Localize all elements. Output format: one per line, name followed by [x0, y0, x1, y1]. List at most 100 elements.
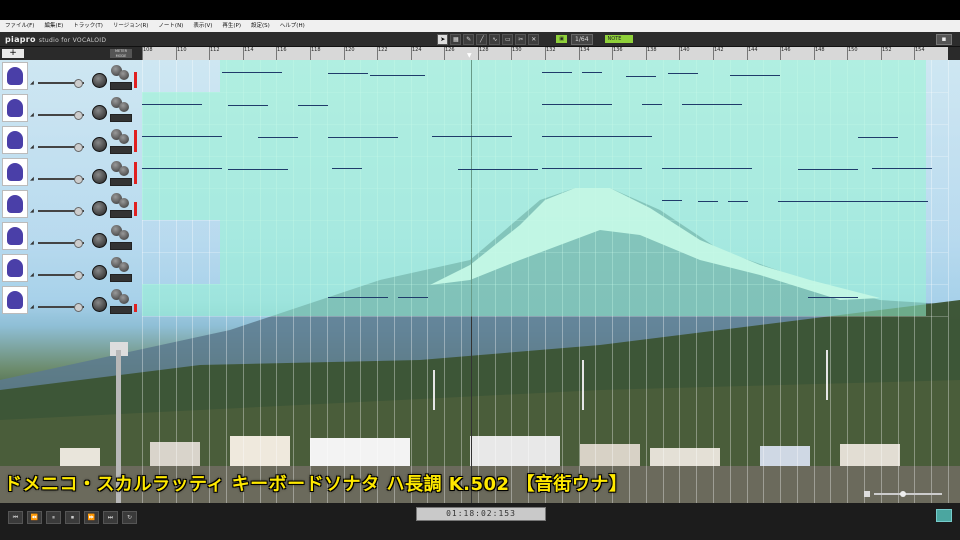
note-bar[interactable] [542, 168, 642, 169]
note-bar[interactable] [542, 72, 572, 73]
volume-slider-thumb[interactable] [74, 239, 83, 248]
track-options-button[interactable] [110, 306, 132, 314]
note-bar[interactable] [298, 105, 328, 106]
zoom-slider-track[interactable] [874, 493, 942, 495]
note-bar[interactable] [328, 137, 398, 138]
add-track-button[interactable]: + [2, 49, 24, 58]
region-block[interactable] [142, 92, 926, 124]
note-bar[interactable] [642, 104, 662, 105]
note-bar[interactable] [542, 136, 602, 137]
solo-button[interactable] [119, 134, 129, 144]
skip-to-end-icon[interactable]: ⏭ [103, 511, 118, 524]
loop-icon[interactable]: ↻ [122, 511, 137, 524]
note-bar[interactable] [730, 75, 780, 76]
pan-knob[interactable] [92, 73, 107, 88]
box-select-tool-icon[interactable]: ▦ [450, 33, 462, 45]
region-block[interactable] [142, 156, 926, 188]
region-block[interactable] [220, 220, 926, 252]
pencil-tool-icon[interactable]: ✎ [463, 33, 475, 45]
menu-item-1[interactable]: 編集(E) [39, 20, 68, 32]
solo-button[interactable] [119, 70, 129, 80]
pause-icon[interactable]: ⏸ [46, 511, 61, 524]
note-bar[interactable] [458, 169, 538, 170]
track-options-button[interactable] [110, 210, 132, 218]
note-bar[interactable] [798, 169, 858, 170]
volume-slider-thumb[interactable] [74, 175, 83, 184]
vocalist-avatar[interactable] [2, 126, 28, 154]
menu-item-4[interactable]: ノート(N) [153, 20, 188, 32]
snap-toggle-button[interactable]: ▣ [556, 35, 568, 43]
note-bar[interactable] [432, 136, 512, 137]
quantize-select[interactable]: 1/64 [571, 33, 593, 45]
note-bar[interactable] [778, 201, 928, 202]
track-options-button[interactable] [110, 114, 132, 122]
vocalist-avatar[interactable] [2, 62, 28, 90]
track-options-button[interactable] [110, 146, 132, 154]
pan-knob[interactable] [92, 169, 107, 184]
note-bar[interactable] [258, 137, 298, 138]
menu-item-8[interactable]: ヘルプ(H) [275, 20, 310, 32]
window-icon[interactable]: ▪ [936, 34, 952, 45]
solo-button[interactable] [119, 198, 129, 208]
track-header[interactable]: ◢ [0, 60, 142, 92]
note-bar[interactable] [222, 72, 282, 73]
region-block[interactable] [220, 252, 926, 284]
track-lane[interactable] [142, 60, 948, 93]
volume-slider-thumb[interactable] [74, 207, 83, 216]
track-lane[interactable] [142, 284, 948, 317]
region-block[interactable] [220, 60, 926, 92]
vocalist-avatar[interactable] [2, 286, 28, 314]
pan-knob[interactable] [92, 137, 107, 152]
eraser-tool-icon[interactable]: ▭ [502, 33, 514, 45]
track-options-button[interactable] [110, 242, 132, 250]
rewind-to-start-icon[interactable]: ⏮ [8, 511, 23, 524]
track-options-button[interactable] [110, 82, 132, 90]
note-bar[interactable] [872, 168, 932, 169]
line-tool-icon[interactable]: ╱ [476, 33, 488, 45]
track-lane[interactable] [142, 188, 948, 221]
note-bar[interactable] [602, 136, 652, 137]
mute-tool-icon[interactable]: ✕ [528, 33, 540, 45]
region-block[interactable] [142, 124, 926, 156]
menu-item-6[interactable]: 再生(P) [217, 20, 246, 32]
note-bar[interactable] [698, 201, 718, 202]
note-bar[interactable] [662, 200, 682, 201]
solo-button[interactable] [119, 294, 129, 304]
note-bar[interactable] [332, 168, 362, 169]
note-bar[interactable] [328, 297, 388, 298]
note-bar[interactable] [626, 76, 656, 77]
pan-knob[interactable] [92, 265, 107, 280]
volume-slider-thumb[interactable] [74, 271, 83, 280]
track-header[interactable]: ◢ [0, 252, 142, 284]
solo-button[interactable] [119, 166, 129, 176]
pan-knob[interactable] [92, 201, 107, 216]
vocalist-avatar[interactable] [2, 222, 28, 250]
solo-button[interactable] [119, 102, 129, 112]
vocalist-avatar[interactable] [2, 254, 28, 282]
volume-slider-thumb[interactable] [74, 111, 83, 120]
note-bar[interactable] [328, 73, 368, 74]
rewind-icon[interactable]: ⏪ [27, 511, 42, 524]
playhead-marker-icon[interactable]: ▼ [467, 52, 472, 59]
stop-icon[interactable]: ⏹ [65, 511, 80, 524]
track-lane[interactable] [142, 124, 948, 157]
pan-knob[interactable] [92, 297, 107, 312]
volume-slider-thumb[interactable] [74, 79, 83, 88]
track-header[interactable]: ◢ [0, 284, 142, 316]
note-mode-button[interactable]: NOTE [604, 35, 633, 43]
track-lane[interactable] [142, 92, 948, 125]
mixer-toggle-icon[interactable] [936, 509, 952, 522]
track-options-button[interactable] [110, 274, 132, 282]
note-bar[interactable] [808, 297, 858, 298]
menu-item-7[interactable]: 設定(S) [246, 20, 275, 32]
note-bar[interactable] [668, 73, 698, 74]
track-lane[interactable] [142, 252, 948, 285]
track-header[interactable]: ◢ [0, 188, 142, 220]
track-header[interactable]: ◢ [0, 220, 142, 252]
note-bar[interactable] [370, 75, 425, 76]
note-bar[interactable] [398, 297, 428, 298]
track-options-button[interactable] [110, 178, 132, 186]
zoom-slider-thumb[interactable] [900, 491, 906, 497]
note-bar[interactable] [858, 137, 898, 138]
solo-button[interactable] [119, 262, 129, 272]
